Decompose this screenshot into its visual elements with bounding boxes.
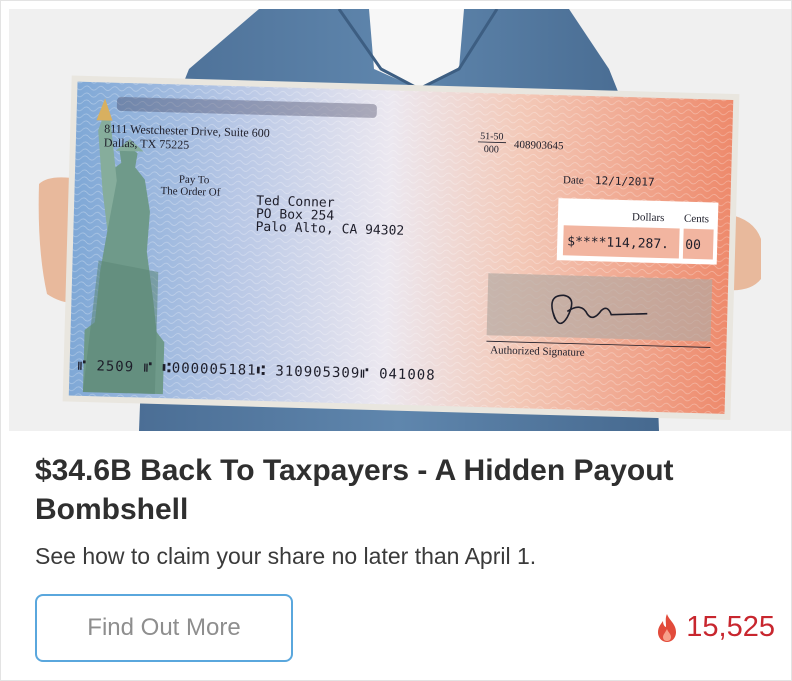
check-cents: 00 [685,238,701,253]
cents-label: Cents [684,213,709,226]
check-photo: 8111 Westchester Drive, Suite 600 Dallas… [9,9,791,431]
hero-image[interactable]: 8111 Westchester Drive, Suite 600 Dallas… [9,9,791,431]
check-amount: $****114,287. [567,234,669,252]
ad-headline[interactable]: $34.6B Back To Taxpayers - A Hidden Payo… [35,451,775,529]
dollars-label: Dollars [632,211,665,224]
routing-fraction-bottom: 000 [484,144,499,155]
engagement-count: 15,525 [686,611,775,643]
ad-card[interactable]: 8111 Westchester Drive, Suite 600 Dallas… [0,0,792,681]
find-out-more-button[interactable]: Find Out More [35,594,293,662]
account-reference: 408903645 [514,139,564,152]
fire-icon [658,613,677,642]
engagement-counter: 15,525 [656,611,775,644]
pay-to-label: Pay To [179,174,210,187]
ad-subline[interactable]: See how to claim your share no later tha… [35,542,536,570]
order-of-label: The Order Of [160,185,221,199]
date-label: Date [563,174,584,187]
date-value: 12/1/2017 [595,174,655,189]
bank-address-line2: Dallas, TX 75225 [104,135,190,151]
routing-fraction-top: 51-50 [480,131,504,143]
